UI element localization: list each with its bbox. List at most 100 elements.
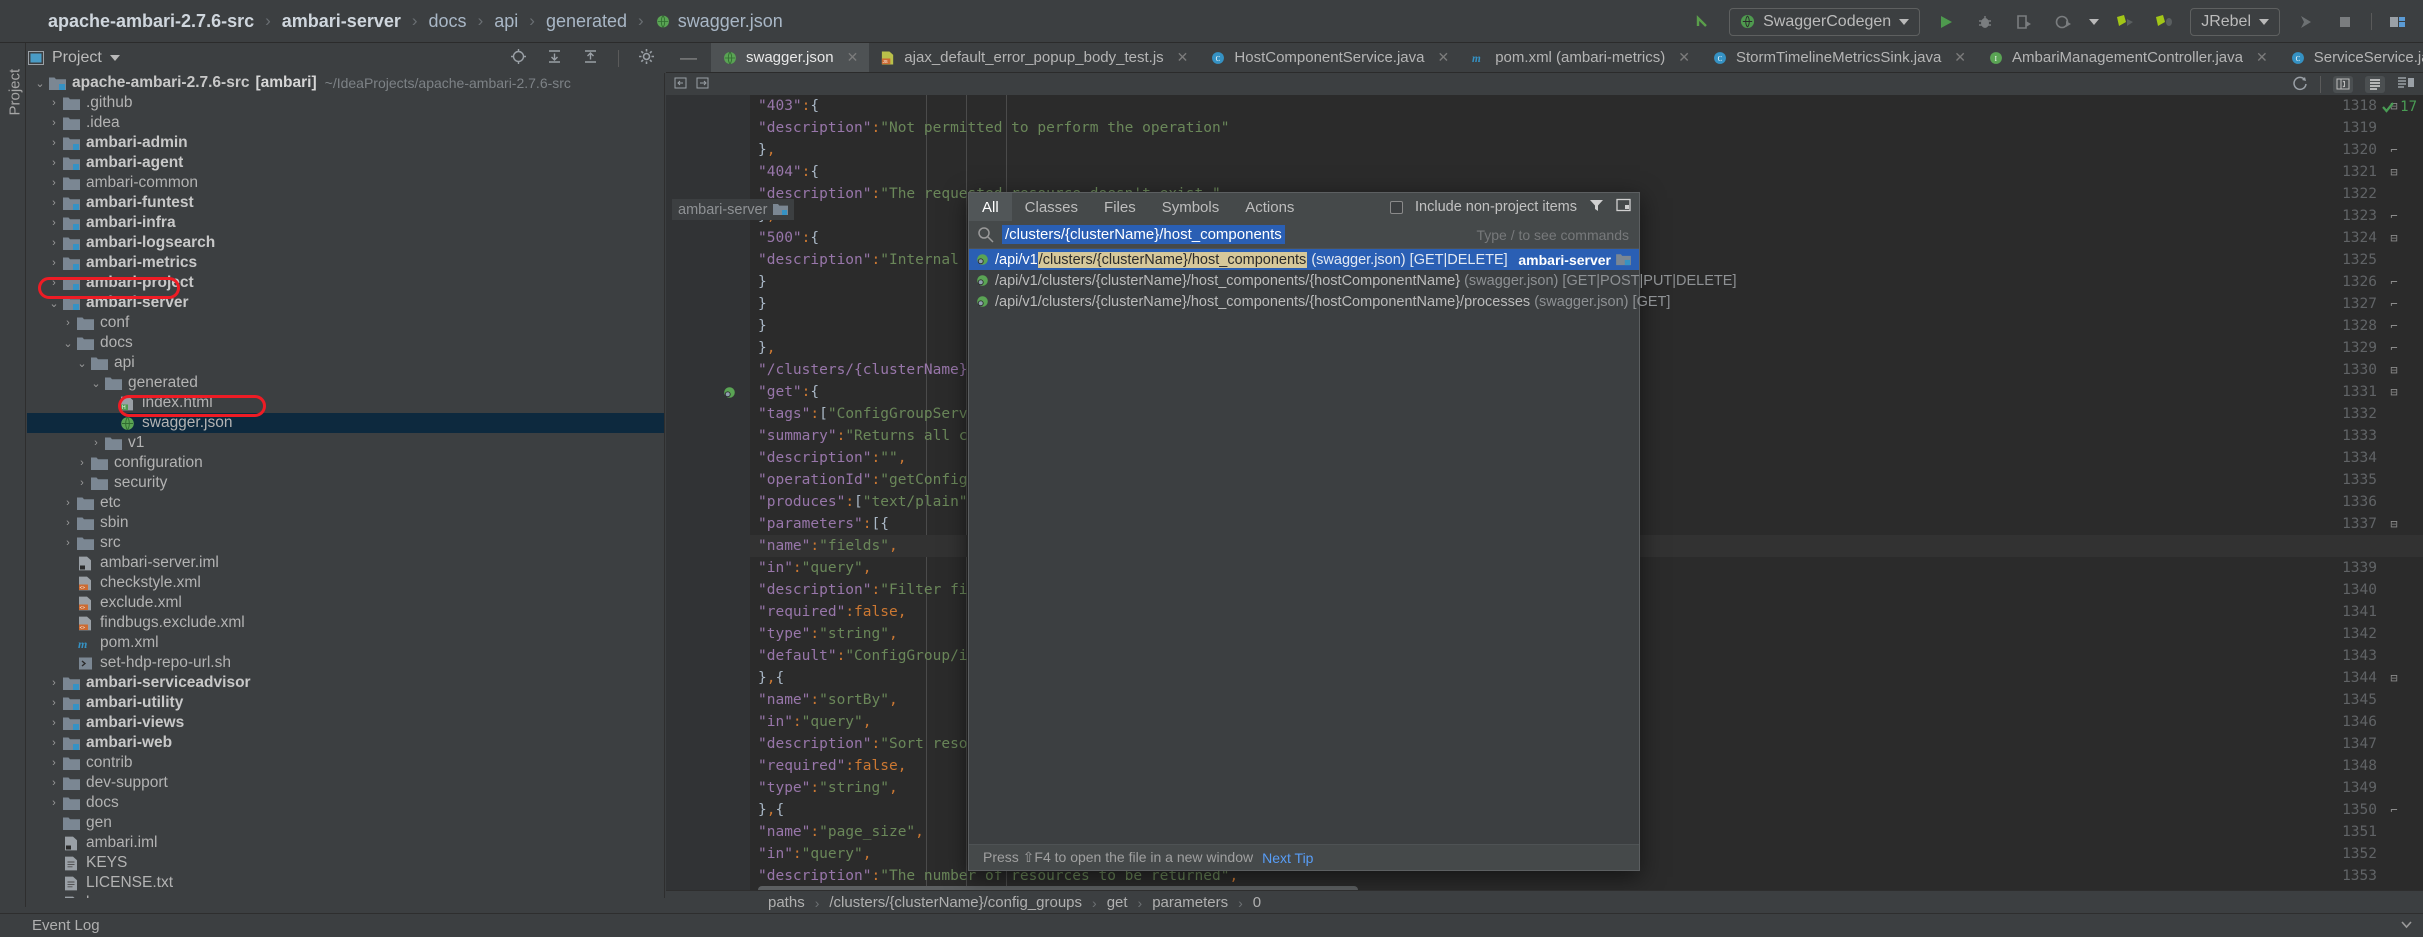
tree-item-ambari-web[interactable]: › ambari-web [27,733,664,753]
tree-item-etc[interactable]: › etc [27,493,664,513]
close-icon[interactable]: ✕ [847,49,859,66]
filter-icon[interactable] [1589,198,1604,217]
back-arrow-icon[interactable] [1690,9,1716,35]
breadcrumb-item-swagger-json[interactable]: swagger.json [651,11,787,32]
chevron-right-icon[interactable]: › [47,217,61,229]
expand-all-icon[interactable] [546,48,563,68]
stop-icon[interactable] [2332,9,2358,35]
editor-tab-stormtimelinemetricssink-java[interactable]: C StormTimelineMetricsSink.java ✕ [1701,43,1977,72]
reader-mode-icon[interactable] [2397,76,2415,93]
chevron-right-icon[interactable]: › [75,477,89,489]
editor-tab-ajax-default-error-popup-body-test-js[interactable]: JS ajax_default_error_popup_body_test.js ✕ [869,43,1199,72]
locate-icon[interactable] [510,48,527,68]
editor-tab-pom-xml-ambari-metrics-[interactable]: m pom.xml (ambari-metrics) ✕ [1460,43,1701,72]
tree-item-generated[interactable]: ⌄ generated [27,373,664,393]
inspection-status[interactable]: 17 [2381,99,2417,115]
close-icon[interactable]: ✕ [1177,49,1189,66]
tree-item-sbin[interactable]: › sbin [27,513,664,533]
tree-item-ambari-server-iml[interactable]: ambari-server.iml [27,553,664,573]
breadcrumb-item-apache-ambari-2-7-6-src[interactable]: apache-ambari-2.7.6-src [44,11,258,32]
chevron-right-icon[interactable]: › [61,537,75,549]
split-editor-icon[interactable] [2333,75,2353,93]
chevron-right-icon[interactable]: › [47,137,61,149]
tree-item-dev-support[interactable]: › dev-support [27,773,664,793]
chevron-right-icon[interactable]: › [47,797,61,809]
pin-window-icon[interactable] [1616,198,1631,217]
tree-item-ambari-funtest[interactable]: › ambari-funtest [27,193,664,213]
tree-item-ambari-metrics[interactable]: › ambari-metrics [27,253,664,273]
code-line[interactable]: "403" : { [750,95,2423,117]
editor-tab-swagger-json[interactable]: swagger.json ✕ [711,43,870,72]
profile-icon[interactable] [2050,9,2076,35]
search-input-row[interactable]: /clusters/{clusterName}/host_components … [969,221,1639,249]
tree-item-ambari-logsearch[interactable]: › ambari-logsearch [27,233,664,253]
code-line[interactable]: "404" : { [750,161,2423,183]
chevron-down-icon[interactable] [1899,18,1910,25]
search-results-list[interactable]: /api/v1/clusters/{clusterName}/host_comp… [969,249,1736,312]
close-icon[interactable]: ✕ [1678,49,1690,66]
project-tool-window-title[interactable]: Project [28,43,120,73]
breadcrumb-item-docs[interactable]: docs [425,11,471,32]
profile-chevron-icon[interactable] [2089,18,2100,25]
breadcrumb-item-generated[interactable]: generated [542,11,631,32]
search-result-item[interactable]: /api/v1/clusters/{clusterName}/host_comp… [969,270,1736,291]
chevron-down-icon[interactable]: ⌄ [89,377,103,390]
close-icon[interactable]: ✕ [1954,49,1966,66]
breadcrumb[interactable]: apache-ambari-2.7.6-src › ambari-server › do… [0,11,787,32]
search-result-item[interactable]: /api/v1/clusters/{clusterName}/host_comp… [969,291,1670,312]
tree-item-ambari-agent[interactable]: › ambari-agent [27,153,664,173]
tree-item-ambari-iml[interactable]: ambari.iml [27,833,664,853]
chevron-down-icon[interactable]: ⌄ [33,77,47,90]
tree-item-apache-ambari-2-7-6-src[interactable]: ⌄ apache-ambari-2.7.6-src [ambari] ~/IdeaPr… [27,73,664,93]
navigate-forward-icon[interactable] [696,76,710,93]
tree-item-ambari-serviceadvisor[interactable]: › ambari-serviceadvisor [27,673,664,693]
editor-breadcrumb-item[interactable]: paths [766,894,807,911]
tree-item-v1[interactable]: › v1 [27,433,664,453]
chevron-right-icon[interactable]: › [47,777,61,789]
tree-item-license-txt[interactable]: LICENSE.txt [27,873,664,893]
refresh-icon[interactable] [2292,75,2308,94]
editor-breadcrumb-item[interactable]: 0 [1251,894,1263,911]
tree-item-ambari-common[interactable]: › ambari-common [27,173,664,193]
editor-tab-ambarimanagementcontroller-java[interactable]: I AmbariManagementController.java ✕ [1977,43,2279,72]
chevron-right-icon[interactable]: › [61,497,75,509]
tree-item-checkstyle-xml[interactable]: <> checkstyle.xml [27,573,664,593]
tree-item-gen[interactable]: gen [27,813,664,833]
debug-icon[interactable] [1972,9,1998,35]
code-line[interactable]: }, [750,139,2423,161]
chevron-down-icon[interactable]: ⌄ [75,357,89,370]
tree-item-keys[interactable]: KEYS [27,853,664,873]
chevron-right-icon[interactable]: › [47,97,61,109]
editor-breadcrumb-item[interactable]: get [1105,894,1130,911]
jrebel-debug-icon[interactable] [2151,9,2177,35]
breadcrumb-item-ambari-server[interactable]: ambari-server [278,11,405,32]
editor-breadcrumb-item[interactable]: /clusters/{clusterName}/config_groups [827,894,1084,911]
chevron-right-icon[interactable]: › [75,457,89,469]
soft-wrap-icon[interactable] [2365,75,2385,93]
jrebel-run-icon[interactable] [2112,9,2138,35]
chevron-down-icon[interactable] [109,55,120,61]
jrebel-selector[interactable]: JRebel [2190,7,2280,36]
tree-item-findbugs-exclude-xml[interactable]: <> findbugs.exclude.xml [27,613,664,633]
chevron-right-icon[interactable]: › [47,157,61,169]
tree-item-configuration[interactable]: › configuration [27,453,664,473]
chevron-right-icon[interactable]: › [47,197,61,209]
chevron-right-icon[interactable]: › [89,437,103,449]
search-scope-tabs[interactable]: All Classes Files Symbols Actions Include no… [969,193,1639,221]
search-tab-symbols[interactable]: Symbols [1149,193,1233,221]
tree-item-pom-xml[interactable]: m pom.xml [27,633,664,653]
search-tab-actions[interactable]: Actions [1232,193,1307,221]
tree-item-src[interactable]: › src [27,533,664,553]
tree-item-conf[interactable]: › conf [27,313,664,333]
chevron-right-icon[interactable]: › [47,117,61,129]
tree-item-ambari-admin[interactable]: › ambari-admin [27,133,664,153]
project-tree[interactable]: ⌄ apache-ambari-2.7.6-src [ambari] ~/IdeaPr… [27,73,665,898]
include-non-project-label[interactable]: Include non-project items [1415,199,1577,215]
include-non-project-checkbox[interactable] [1390,200,1403,214]
chevron-right-icon[interactable]: › [47,257,61,269]
next-tip-link[interactable]: Next Tip [1262,850,1313,866]
status-bar-chevron-icon[interactable] [2400,918,2413,934]
search-input[interactable]: /clusters/{clusterName}/host_components [1002,225,1285,244]
close-icon[interactable]: ✕ [1437,49,1449,66]
tree-item--idea[interactable]: › .idea [27,113,664,133]
